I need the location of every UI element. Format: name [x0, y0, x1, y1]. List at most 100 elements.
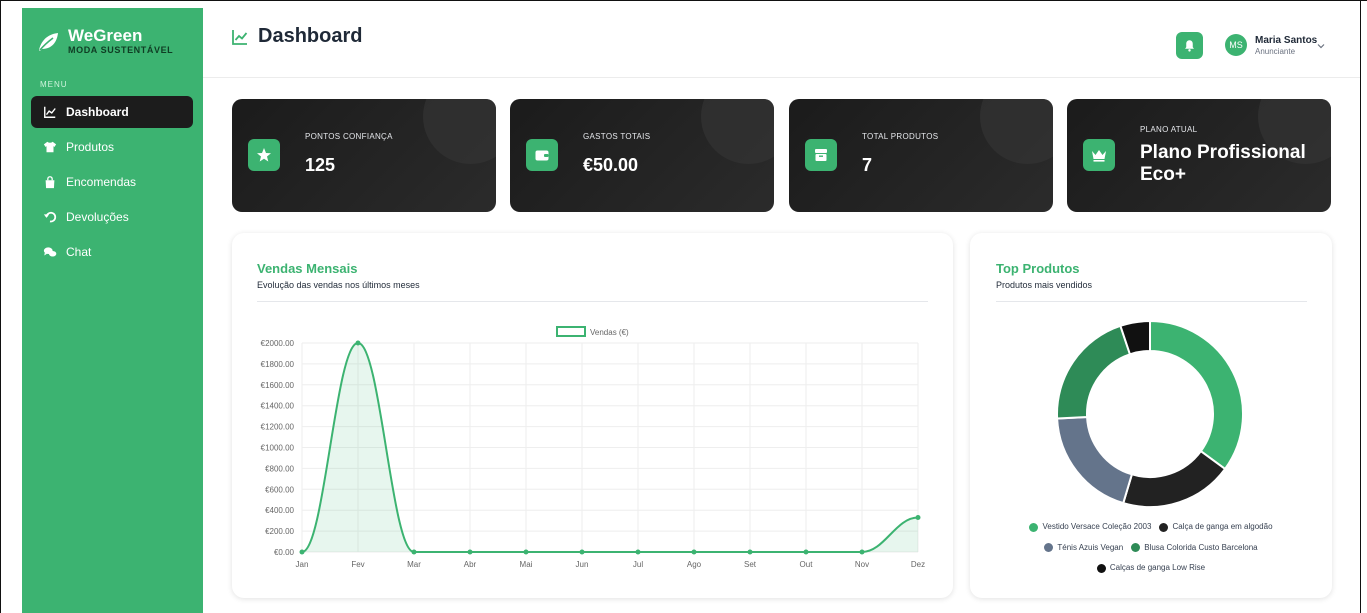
- brand-tagline: MODA SUSTENTÁVEL: [68, 45, 174, 55]
- x-tick-label: Out: [800, 560, 814, 569]
- notifications-button[interactable]: [1176, 32, 1203, 59]
- y-tick-label: €1600.00: [261, 381, 295, 390]
- donut-slice: [1122, 449, 1227, 508]
- legend-row: Ténis Azuis Vegan Blusa Colorida Custo Ba…: [990, 538, 1312, 559]
- undo-icon: [43, 211, 57, 223]
- chevron-down-icon[interactable]: [1316, 41, 1326, 51]
- page-title: Dashboard: [231, 25, 362, 48]
- sidebar: WeGreen MODA SUSTENTÁVEL MENU Dashboard …: [22, 8, 203, 613]
- stat-card-plano: PLANO ATUAL Plano Profissional Eco+: [1067, 99, 1331, 212]
- sidebar-item-label: Dashboard: [66, 105, 129, 119]
- stat-label: PONTOS CONFIANÇA: [305, 132, 393, 141]
- stat-label: GASTOS TOTAIS: [583, 132, 651, 141]
- legend-label: Calças de ganga Low Rise: [1109, 563, 1206, 572]
- legend-item[interactable]: Ténis Azuis Vegan: [1044, 538, 1123, 558]
- legend-swatch: [556, 326, 586, 337]
- x-tick-label: Ago: [687, 560, 702, 569]
- sidebar-item-chat[interactable]: Chat: [31, 236, 193, 268]
- legend-dot: [1131, 543, 1141, 552]
- sidebar-item-label: Encomendas: [66, 175, 137, 189]
- data-point: [803, 549, 809, 555]
- legend-item[interactable]: Blusa Colorida Custo Barcelona: [1131, 538, 1258, 558]
- wallet-icon: [526, 139, 558, 171]
- sales-line-chart[interactable]: €0.00 €200.00 €400.00 €600.00 €800.00 €1000.0…: [232, 233, 953, 598]
- legend-item[interactable]: Calças de ganga Low Rise: [1096, 558, 1206, 578]
- card-decoration: [423, 99, 496, 164]
- sidebar-item-produtos[interactable]: Produtos: [31, 131, 193, 163]
- stat-label: TOTAL PRODUTOS: [862, 132, 939, 141]
- data-point: [747, 549, 753, 555]
- legend-label: Vestido Versace Coleção 2003: [1042, 522, 1152, 531]
- tshirt-icon: [43, 141, 57, 153]
- stat-value: Plano Profissional Eco+: [1140, 142, 1306, 185]
- x-tick-label: Mar: [407, 560, 421, 569]
- top-products-panel: Top Produtos Produtos mais vendidos Vest…: [970, 233, 1332, 598]
- x-tick-label: Mai: [520, 560, 533, 569]
- y-tick-label: €600.00: [265, 485, 294, 494]
- brand[interactable]: WeGreen MODA SUSTENTÁVEL: [36, 26, 174, 56]
- data-point: [467, 549, 473, 555]
- legend-label: Vendas (€): [590, 328, 629, 337]
- data-point: [635, 549, 641, 555]
- data-point: [411, 549, 417, 555]
- x-tick-label: Fev: [351, 560, 364, 569]
- x-tick-label: Set: [744, 560, 757, 569]
- legend-dot: [1096, 563, 1106, 573]
- legend-label: Calça de ganga em algodão: [1172, 522, 1273, 531]
- brand-name: WeGreen: [68, 26, 143, 45]
- user-role: Anunciante: [1255, 47, 1296, 56]
- sidebar-menu: Dashboard Produtos Encomendas Devoluções…: [31, 96, 193, 271]
- y-tick-label: €200.00: [265, 527, 294, 536]
- stat-label: PLANO ATUAL: [1140, 125, 1198, 134]
- sidebar-item-encomendas[interactable]: Encomendas: [31, 166, 193, 198]
- legend-item[interactable]: Calça de ganga em algodão: [1159, 517, 1273, 537]
- legend-item[interactable]: Vestido Versace Coleção 2003: [1029, 517, 1151, 537]
- card-decoration: [701, 99, 774, 164]
- sidebar-item-devolucoes[interactable]: Devoluções: [31, 201, 193, 233]
- bell-icon: [1185, 40, 1194, 52]
- chart-line-icon: [44, 106, 56, 118]
- box-icon: [805, 139, 837, 171]
- y-tick-label: €400.00: [265, 506, 294, 515]
- legend-row: Calças de ganga Low Rise: [990, 558, 1312, 579]
- data-point: [299, 549, 305, 555]
- sidebar-item-label: Devoluções: [66, 210, 129, 224]
- menu-label: MENU: [40, 80, 68, 89]
- data-point: [915, 515, 921, 521]
- legend-dot: [1029, 522, 1039, 532]
- y-tick-label: €800.00: [265, 464, 294, 473]
- donut-legend: Vestido Versace Coleção 2003 Calça de gan…: [990, 517, 1312, 579]
- sidebar-item-label: Chat: [66, 245, 92, 259]
- user-name[interactable]: Maria Santos: [1255, 35, 1317, 46]
- y-tick-label: €1800.00: [261, 360, 295, 369]
- x-tick-label: Abr: [464, 560, 477, 569]
- data-point: [523, 549, 529, 555]
- shopping-bag-icon: [45, 176, 55, 189]
- data-point: [579, 549, 585, 555]
- stat-card-produtos: TOTAL PRODUTOS 7: [789, 99, 1053, 212]
- leaf-icon: [39, 33, 58, 51]
- stat-value: 125: [305, 155, 336, 175]
- sidebar-item-dashboard[interactable]: Dashboard: [31, 96, 193, 128]
- chart-line-icon: [232, 29, 248, 45]
- avatar[interactable]: MS: [1225, 34, 1247, 56]
- x-tick-label: Jun: [576, 560, 589, 569]
- data-point: [355, 340, 361, 346]
- sidebar-item-label: Produtos: [66, 140, 115, 154]
- x-tick-label: Nov: [855, 560, 869, 569]
- sales-panel: Vendas Mensais Evolução das vendas nos ú…: [232, 233, 953, 598]
- stat-value: €50.00: [583, 155, 639, 175]
- x-tick-label: Jan: [296, 560, 309, 569]
- donut-slice: [1056, 416, 1134, 505]
- x-tick-label: Dez: [911, 560, 925, 569]
- stat-card-pontos: PONTOS CONFIANÇA 125: [232, 99, 496, 212]
- legend-row: Vestido Versace Coleção 2003 Calça de gan…: [990, 517, 1312, 538]
- y-tick-label: €0.00: [274, 548, 295, 557]
- y-tick-label: €2000.00: [261, 339, 295, 348]
- legend-dot: [1044, 543, 1054, 552]
- legend-label: Blusa Colorida Custo Barcelona: [1144, 542, 1258, 552]
- x-tick-label: Jul: [633, 560, 643, 569]
- legend-label: Ténis Azuis Vegan: [1057, 542, 1124, 552]
- y-tick-label: €1200.00: [261, 423, 295, 432]
- legend-dot: [1159, 522, 1169, 532]
